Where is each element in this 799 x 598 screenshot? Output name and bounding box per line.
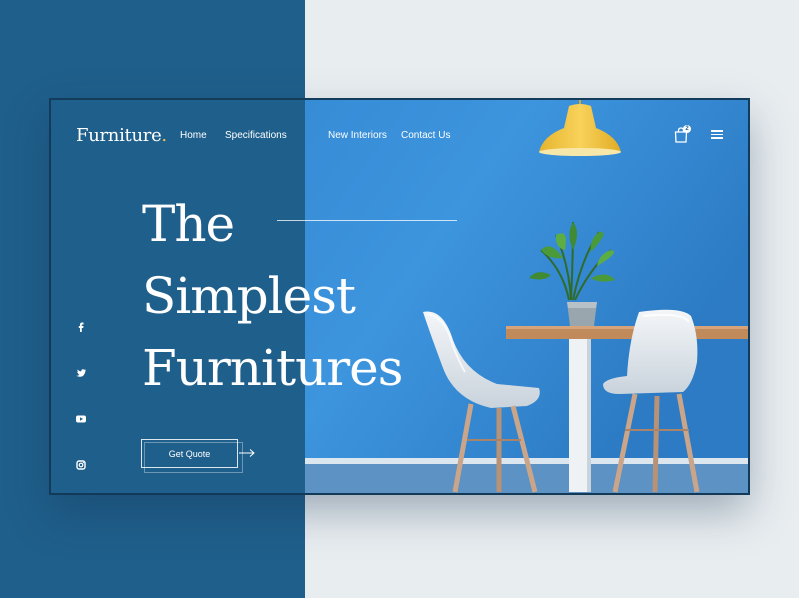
nav-link-home[interactable]: Home	[180, 130, 207, 141]
facebook-link[interactable]	[73, 319, 89, 335]
instagram-icon	[76, 460, 86, 470]
headline-line-3: Furnitures	[142, 339, 403, 397]
hamburger-bar	[711, 133, 723, 136]
headline-line-1: The	[142, 195, 235, 253]
nav-link-specifications[interactable]: Specifications	[225, 130, 287, 141]
get-quote-button[interactable]: Get Quote	[141, 439, 238, 468]
cart-button[interactable]: 2	[674, 125, 691, 143]
brand-name: Furniture	[76, 125, 162, 146]
brand-logo[interactable]: Furniture.	[76, 125, 167, 146]
youtube-link[interactable]	[73, 411, 89, 427]
headline-divider	[277, 220, 457, 221]
nav-link-contact-us[interactable]: Contact Us	[401, 130, 450, 141]
nav-link-new-interiors[interactable]: New Interiors	[328, 130, 387, 141]
youtube-icon	[76, 415, 86, 423]
arrow-right-icon[interactable]	[239, 448, 255, 458]
hamburger-menu-button[interactable]	[711, 130, 723, 139]
instagram-link[interactable]	[73, 457, 89, 473]
hamburger-menu-icon	[711, 130, 723, 132]
hamburger-bar	[711, 137, 723, 139]
brand-dot: .	[161, 125, 167, 146]
facebook-icon	[78, 322, 84, 332]
twitter-link[interactable]	[73, 365, 89, 381]
headline-line-2: Simplest	[142, 267, 356, 325]
hero-frame: Furniture. Home Specifications New Inter…	[51, 100, 748, 493]
cart-count-badge: 2	[683, 125, 691, 133]
twitter-icon	[76, 369, 86, 377]
